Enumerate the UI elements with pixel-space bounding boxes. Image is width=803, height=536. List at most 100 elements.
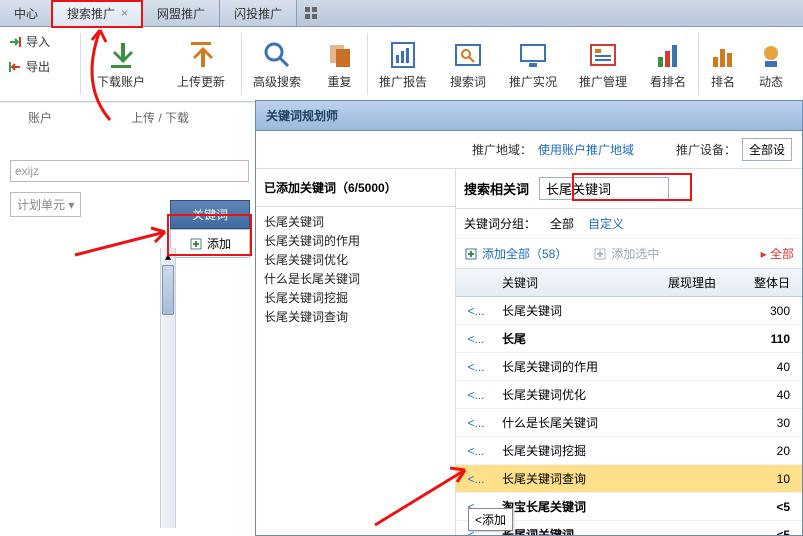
search-related-label: 搜索相关词 [464, 179, 529, 198]
download-icon [105, 39, 137, 71]
sublabel-account: 账户 [0, 109, 80, 126]
add-selected-button: 添加选中 [593, 245, 659, 262]
add-tooltip-text: <添加 [475, 513, 506, 527]
device-select[interactable]: 全部设 [742, 138, 792, 161]
region-link[interactable]: 使用账户推广地域 [538, 141, 634, 158]
promo-live-button[interactable]: 推广实况 [498, 27, 568, 101]
suggestion-row[interactable]: <...长尾关键词的作用 40 [456, 353, 802, 381]
dynamic-button[interactable]: 动态 [747, 27, 795, 101]
suggestion-row[interactable]: <...长尾关键词挖掘 20 [456, 437, 802, 465]
suggestion-row[interactable]: <...长尾关键词查询10 [456, 465, 802, 493]
import-button[interactable]: 导入 [8, 33, 72, 50]
row-reason [662, 418, 742, 428]
row-keyword: 长尾关键词挖掘 [496, 437, 662, 464]
download-account-button[interactable]: 下载账户 [81, 27, 161, 101]
row-reason [662, 334, 742, 344]
group-custom-option[interactable]: 自定义 [588, 215, 624, 232]
col-score[interactable]: 整体日 [742, 269, 802, 296]
row-expander[interactable]: <... [456, 355, 496, 379]
row-expander[interactable]: <... [456, 383, 496, 407]
row-keyword: 淘宝长尾关键词 [496, 493, 662, 520]
keyword-planner-panel: 关键词规划师 推广地域： 使用账户推广地域 推广设备： 全部设 已添加关键词（6… [255, 100, 803, 536]
suggestion-row[interactable]: <...长尾关键词 300 [456, 297, 802, 325]
row-expander[interactable]: <... [456, 299, 496, 323]
all-output-button[interactable]: ▸ 全部 [761, 245, 794, 262]
col-reason[interactable]: 展现理由 [662, 269, 742, 296]
export-button[interactable]: 导出 [8, 58, 72, 75]
suggestion-row[interactable]: <...什么是长尾关键词30 [456, 409, 802, 437]
promo-manage-button[interactable]: 推广管理 [568, 27, 638, 101]
search-keyword-input[interactable] [539, 177, 669, 200]
sublabel-upload-download: 上传 / 下载 [80, 109, 240, 126]
left-search-input[interactable]: exijz [10, 160, 249, 182]
added-keyword-item[interactable]: 长尾关键词优化 [264, 251, 447, 268]
plan-unit-dropdown[interactable]: 计划单元 ▾ [10, 192, 81, 217]
keyword-group-row: 关键词分组： 全部 自定义 [456, 209, 802, 239]
add-keyword-button[interactable]: 添加 [170, 229, 250, 258]
row-score: 40 [742, 383, 802, 407]
col-keyword[interactable]: 关键词 [496, 269, 662, 296]
keyword-column-header[interactable]: 关键词 [170, 200, 250, 229]
suggestions-actions: 添加全部（58） 添加选中 ▸ 全部 [456, 239, 802, 269]
center-column: 关键词 添加 ▴ [170, 200, 250, 258]
tab-flash-promo[interactable]: 闪投推广 [220, 0, 297, 26]
ranking-button[interactable]: 排名 [699, 27, 747, 101]
group-all-option[interactable]: 全部 [550, 215, 574, 232]
keyword-column-label: 关键词 [192, 208, 228, 222]
scroll-up-icon[interactable]: ▴ [161, 248, 175, 264]
added-keyword-item[interactable]: 长尾关键词的作用 [264, 232, 447, 249]
suggestion-row[interactable]: <...长尾110 [456, 325, 802, 353]
added-keyword-item[interactable]: 长尾关键词 [264, 213, 447, 230]
add-all-button[interactable]: 添加全部（58） [464, 245, 567, 262]
close-icon[interactable]: × [121, 6, 128, 20]
panel-title: 关键词规划师 [256, 101, 802, 131]
added-keyword-item[interactable]: 什么是长尾关键词 [264, 270, 447, 287]
promo-live-label: 推广实况 [509, 73, 557, 90]
advanced-search-button[interactable]: 高级搜索 [242, 27, 312, 101]
row-expander[interactable]: <... [456, 327, 496, 351]
row-expander[interactable]: <... [456, 439, 496, 463]
promo-report-label: 推广报告 [379, 73, 427, 90]
center-scrollbar[interactable]: ▴ [160, 248, 176, 528]
row-score: 20 [742, 439, 802, 463]
searchword-label: 搜索词 [450, 73, 486, 90]
row-reason [662, 306, 742, 316]
row-keyword: 长尾关键词的作用 [496, 353, 662, 380]
row-keyword: 什么是长尾关键词 [496, 409, 662, 436]
view-rank-button[interactable]: 看排名 [638, 27, 698, 101]
row-reason [662, 502, 742, 512]
row-score: 10 [742, 467, 802, 491]
tab-label: 搜索推广 [67, 5, 115, 22]
tab-center[interactable]: 中心 [0, 0, 53, 26]
add-selected-label: 添加选中 [611, 245, 659, 262]
panel-body: 已添加关键词（6/5000） 长尾关键词长尾关键词的作用长尾关键词优化什么是长尾… [256, 169, 802, 535]
row-score: <5 [742, 495, 802, 519]
row-keyword: 长尾关键词 [496, 297, 662, 324]
add-keyword-label: 添加 [207, 235, 231, 252]
added-keywords-header: 已添加关键词（6/5000） [256, 169, 455, 207]
duplicate-icon [324, 39, 356, 71]
device-value: 全部设 [749, 143, 785, 157]
row-score: 40 [742, 355, 802, 379]
plan-unit-label: 计划单元 [17, 198, 65, 212]
added-keywords-pane: 已添加关键词（6/5000） 长尾关键词长尾关键词的作用长尾关键词优化什么是长尾… [256, 169, 456, 535]
row-keyword: 长尾词关键词 [496, 521, 662, 535]
tab-apps-grid[interactable] [297, 0, 325, 26]
reset-button[interactable]: 重复 [312, 27, 367, 101]
device-label: 推广设备： [676, 141, 736, 158]
tab-netalliance-promo[interactable]: 网盟推广 [143, 0, 220, 26]
suggestion-row[interactable]: <...长尾关键词优化40 [456, 381, 802, 409]
searchword-button[interactable]: 搜索词 [438, 27, 498, 101]
tab-search-promo[interactable]: 搜索推广 × [53, 0, 143, 26]
added-keyword-item[interactable]: 长尾关键词查询 [264, 308, 447, 325]
upload-update-button[interactable]: 上传更新 [161, 27, 241, 101]
added-keywords-list: 长尾关键词长尾关键词的作用长尾关键词优化什么是长尾关键词长尾关键词挖掘长尾关键词… [256, 207, 455, 331]
export-icon [8, 60, 22, 74]
row-score: 300 [742, 299, 802, 323]
row-expander[interactable]: <... [456, 467, 496, 491]
scroll-thumb[interactable] [162, 265, 174, 315]
row-expander[interactable]: <... [456, 411, 496, 435]
ranking-icon [707, 39, 739, 71]
added-keyword-item[interactable]: 长尾关键词挖掘 [264, 289, 447, 306]
promo-report-button[interactable]: 推广报告 [368, 27, 438, 101]
